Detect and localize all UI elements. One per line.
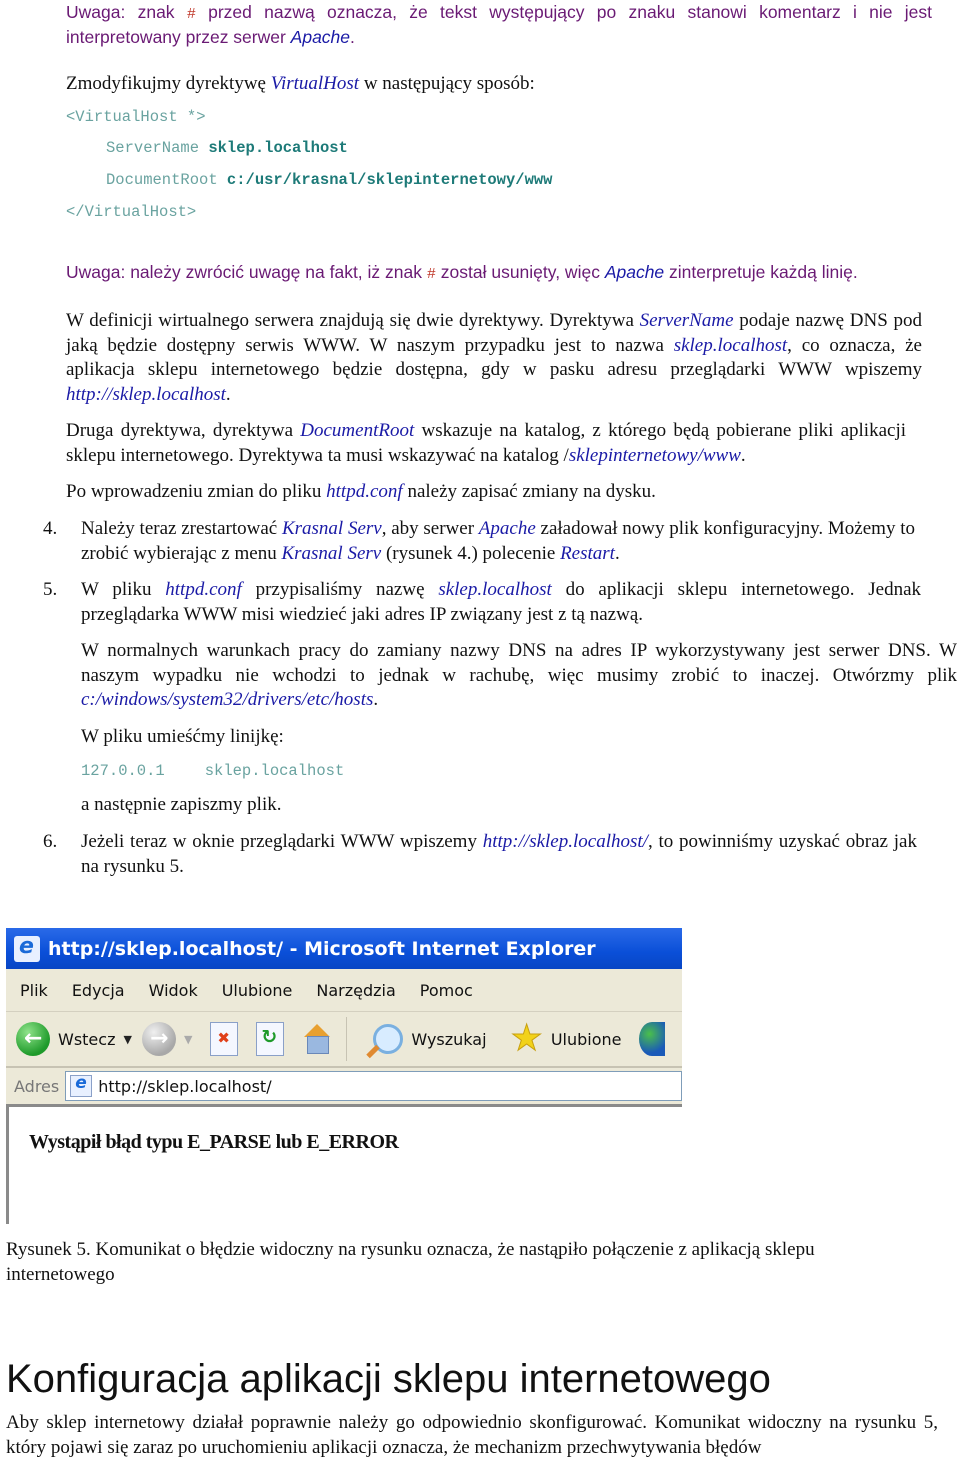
favorites-button[interactable]: ★ Ulubione — [497, 1018, 621, 1059]
browser-toolbar: Wstecz ▼ ▼ Wyszukaj ★ Ulubione — [6, 1012, 682, 1068]
documentroot-term: DocumentRoot — [300, 420, 415, 441]
krasnal-serv-term: Krasnal Serv — [281, 518, 382, 539]
ie-logo-icon — [14, 934, 40, 962]
toolbar-separator — [346, 1017, 348, 1061]
httpd-conf-term: httpd.conf — [326, 481, 403, 502]
menu-pomoc[interactable]: Pomoc — [420, 981, 473, 1000]
refresh-icon[interactable] — [256, 1022, 285, 1056]
back-arrow-icon — [16, 1022, 50, 1056]
code-virtualhost-open: <VirtualHost *> — [66, 108, 206, 126]
menu-widok[interactable]: Widok — [149, 981, 198, 1000]
figure-caption: Rysunek 5. Komunikat o błędzie widoczny … — [6, 1239, 815, 1285]
step-number: 4. — [43, 518, 58, 539]
browser-content: Wystąpił błąd typu E_PARSE lub E_ERROR — [6, 1107, 685, 1224]
star-icon: ★ — [510, 1018, 543, 1059]
code-servername-line: ServerName sklep.localhost — [106, 139, 348, 157]
forward-arrow-icon — [141, 1022, 176, 1056]
documentroot-paragraph: Druga dyrektywa, dyrektywa DocumentRoot … — [66, 420, 907, 466]
menu-edycja[interactable]: Edycja — [72, 981, 125, 1000]
save-changes-paragraph: Po wprowadzeniu zmian do pliku httpd.con… — [66, 481, 656, 502]
code-virtualhost-close: </VirtualHost> — [66, 203, 197, 221]
home-icon[interactable] — [302, 1024, 332, 1054]
chevron-down-icon[interactable]: ▼ — [184, 1033, 192, 1046]
sklep-localhost-term: sklep.localhost — [673, 334, 788, 356]
virtualhost-term: VirtualHost — [270, 73, 360, 94]
step-4: 4. Należy teraz zrestartować Krasnal Ser… — [0, 517, 960, 566]
step-5: 5. W pliku httpd.conf przypisaliśmy nazw… — [0, 578, 960, 627]
search-button[interactable]: Wyszukaj — [357, 1024, 487, 1054]
apache-term: Apache — [478, 518, 536, 539]
step-text: Jeżeli teraz w oknie przeglądarki WWW wp… — [81, 831, 917, 877]
url-link[interactable]: http://sklep.localhost/ — [483, 831, 648, 852]
step-number: 6. — [43, 831, 58, 852]
hosts-code-line: 127.0.0.1 sklep.localhost — [81, 762, 345, 780]
httpd-conf-term: httpd.conf — [165, 579, 242, 600]
menu-plik[interactable]: Plik — [20, 981, 48, 1000]
hosts-path-term: c:/windows/system32/drivers/etc/hosts — [81, 689, 374, 710]
restart-term: Restart — [560, 542, 615, 564]
url-link[interactable]: http://sklep.localhost — [66, 384, 226, 405]
step-text: W pliku httpd.conf przypisaliśmy nazwę s… — [81, 579, 922, 625]
hosts-instruction: W pliku umieśćmy linijkę: — [81, 726, 284, 747]
save-file-instruction: a następnie zapiszmy plik. — [81, 794, 282, 815]
chevron-down-icon[interactable]: ▼ — [123, 1033, 131, 1046]
page-icon — [70, 1073, 93, 1097]
error-message: Wystąpił błąd typu E_PARSE lub E_ERROR — [29, 1131, 399, 1153]
address-label: Adres — [14, 1076, 60, 1096]
path-term: sklepinternetowy/www — [568, 444, 741, 466]
step-text: Należy teraz zrestartować Krasnal Serv, … — [81, 518, 915, 564]
note-comment-hash: Uwaga: znak # przed nazwą oznacza, że te… — [66, 2, 933, 47]
step-number: 5. — [43, 579, 58, 600]
browser-menu-bar: Plik Edycja Widok Ulubione Narzędzia Pom… — [6, 969, 682, 1012]
hash-symbol: # — [186, 6, 196, 23]
hash-symbol: # — [426, 266, 436, 283]
krasnal-serv-term: Krasnal Serv — [281, 542, 382, 564]
servername-paragraph: W definicji wirtualnego serwera znajdują… — [66, 310, 922, 405]
menu-narzedzia[interactable]: Narzędzia — [316, 981, 395, 1000]
menu-ulubione[interactable]: Ulubione — [222, 981, 293, 1000]
section-heading: Konfiguracja aplikacji sklepu internetow… — [6, 1357, 771, 1401]
sklep-localhost-term: sklep.localhost — [438, 579, 552, 600]
browser-title-bar: http://sklep.localhost/ - Microsoft Inte… — [6, 928, 682, 969]
section-paragraph: Aby sklep internetowy działał poprawnie … — [6, 1412, 938, 1458]
step-6: 6. Jeżeli teraz w oknie przeglądarki WWW… — [0, 830, 960, 879]
forward-button[interactable]: ▼ — [141, 1022, 192, 1056]
apache-term: Apache — [604, 262, 665, 282]
address-input[interactable]: http://sklep.localhost/ — [65, 1071, 682, 1101]
note-hash-removed: Uwaga: należy zwrócić uwagę na fakt, iż … — [66, 262, 858, 283]
search-icon — [373, 1024, 404, 1054]
servername-term: ServerName — [639, 310, 734, 331]
back-button[interactable]: Wstecz ▼ — [16, 1022, 132, 1056]
stop-icon[interactable] — [210, 1022, 239, 1056]
intro-paragraph: Zmodyfikujmy dyrektywę VirtualHost w nas… — [66, 73, 535, 94]
address-value: http://sklep.localhost/ — [98, 1076, 272, 1096]
media-globe-icon[interactable] — [639, 1022, 666, 1056]
browser-title: http://sklep.localhost/ - Microsoft Inte… — [48, 937, 596, 960]
apache-term: Apache — [290, 27, 351, 47]
code-documentroot-line: DocumentRoot c:/usr/krasnal/sklepinterne… — [106, 171, 553, 189]
dns-paragraph: W normalnych warunkach pracy do zamiany … — [81, 640, 957, 710]
address-bar: Adres http://sklep.localhost/ — [6, 1068, 682, 1107]
browser-window: http://sklep.localhost/ - Microsoft Inte… — [6, 928, 685, 1224]
